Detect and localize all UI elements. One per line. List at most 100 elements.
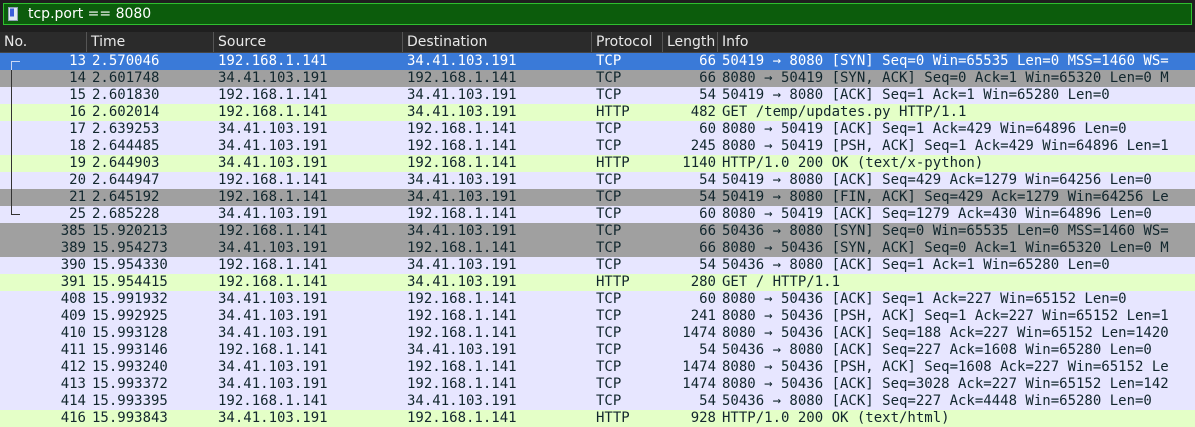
- display-filter-input[interactable]: tcp.port == 8080: [3, 3, 1192, 25]
- packet-row[interactable]: 413 15.993372 34.41.103.191 192.168.1.141 TC…: [0, 376, 1195, 393]
- packet-row[interactable]: 17 2.639253 34.41.103.191 192.168.1.141 TCP 6…: [0, 121, 1195, 138]
- packet-protocol: TCP: [596, 240, 622, 256]
- packet-number: 410: [60, 325, 86, 341]
- packet-row[interactable]: 13 2.570046 192.168.1.141 34.41.103.191 TCP 6…: [0, 53, 1195, 70]
- packet-protocol: HTTP: [596, 104, 630, 120]
- packet-row[interactable]: 389 15.954273 34.41.103.191 192.168.1.141 TC…: [0, 240, 1195, 257]
- column-header-source[interactable]: Source: [214, 32, 403, 52]
- packet-row[interactable]: 21 2.645192 192.168.1.141 34.41.103.191 TCP 5…: [0, 189, 1195, 206]
- packet-length: 482: [690, 104, 716, 120]
- packet-length: 54: [699, 189, 716, 205]
- packet-time: 2.602014: [92, 104, 160, 120]
- packet-row[interactable]: 385 15.920213 192.168.1.141 34.41.103.191 TC…: [0, 223, 1195, 240]
- packet-length: 66: [699, 53, 716, 69]
- packet-info: 50436 → 8080 [ACK] Seq=227 Ack=1608 Win=…: [722, 342, 1152, 358]
- column-header-protocol[interactable]: Protocol: [592, 32, 663, 52]
- packet-protocol: HTTP: [596, 410, 630, 426]
- packet-protocol: TCP: [596, 257, 622, 273]
- packet-source: 34.41.103.191: [218, 410, 328, 426]
- packet-destination: 192.168.1.141: [407, 410, 517, 426]
- packet-info: 8080 → 50419 [SYN, ACK] Seq=0 Ack=1 Win=…: [722, 70, 1169, 86]
- packet-row[interactable]: 411 15.993146 192.168.1.141 34.41.103.191 TC…: [0, 342, 1195, 359]
- packet-length: 245: [690, 138, 716, 154]
- packet-row[interactable]: 14 2.601748 34.41.103.191 192.168.1.141 TCP 6…: [0, 70, 1195, 87]
- packet-protocol: TCP: [596, 376, 622, 392]
- packet-time: 15.993240: [92, 359, 168, 375]
- packet-info: 50419 → 8080 [FIN, ACK] Seq=429 Ack=1279…: [722, 189, 1169, 205]
- packet-time: 15.954415: [92, 274, 168, 290]
- packet-number: 18: [69, 138, 86, 154]
- packet-length: 60: [699, 121, 716, 137]
- column-header-no[interactable]: No.: [0, 32, 87, 52]
- packet-source: 192.168.1.141: [218, 223, 328, 239]
- bookmark-icon[interactable]: [8, 7, 18, 21]
- packet-row[interactable]: 409 15.992925 34.41.103.191 192.168.1.141 TC…: [0, 308, 1195, 325]
- packet-list: 13 2.570046 192.168.1.141 34.41.103.191 TCP 6…: [0, 53, 1195, 427]
- packet-destination: 192.168.1.141: [407, 325, 517, 341]
- packet-info: 50436 → 8080 [SYN] Seq=0 Win=65535 Len=0…: [722, 223, 1169, 239]
- packet-number: 411: [60, 342, 86, 358]
- column-header-length[interactable]: Length: [663, 32, 718, 52]
- packet-row[interactable]: 408 15.991932 34.41.103.191 192.168.1.141 TC…: [0, 291, 1195, 308]
- packet-length: 54: [699, 257, 716, 273]
- packet-row[interactable]: 390 15.954330 192.168.1.141 34.41.103.191 TC…: [0, 257, 1195, 274]
- packet-protocol: TCP: [596, 189, 622, 205]
- packet-source: 34.41.103.191: [218, 138, 328, 154]
- packet-source: 192.168.1.141: [218, 393, 328, 409]
- packet-time: 2.645192: [92, 189, 160, 205]
- packet-protocol: HTTP: [596, 155, 630, 171]
- packet-row[interactable]: 18 2.644485 34.41.103.191 192.168.1.141 TCP 2…: [0, 138, 1195, 155]
- packet-destination: 34.41.103.191: [407, 87, 517, 103]
- packet-source: 192.168.1.141: [218, 104, 328, 120]
- packet-destination: 192.168.1.141: [407, 376, 517, 392]
- packet-row[interactable]: 25 2.685228 34.41.103.191 192.168.1.141 TCP 6…: [0, 206, 1195, 223]
- packet-length: 928: [690, 410, 716, 426]
- packet-time: 15.993146: [92, 342, 168, 358]
- packet-length: 241: [690, 308, 716, 324]
- packet-time: 2.570046: [92, 53, 160, 69]
- packet-time: 15.993843: [92, 410, 168, 426]
- packet-protocol: TCP: [596, 291, 622, 307]
- packet-destination: 34.41.103.191: [407, 223, 517, 239]
- packet-row[interactable]: 416 15.993843 34.41.103.191 192.168.1.141 HT…: [0, 410, 1195, 427]
- packet-row[interactable]: 16 2.602014 192.168.1.141 34.41.103.191 HTTP…: [0, 104, 1195, 121]
- packet-length: 66: [699, 240, 716, 256]
- packet-number: 21: [69, 189, 86, 205]
- column-header-time[interactable]: Time: [87, 32, 214, 52]
- packet-number: 20: [69, 172, 86, 188]
- packet-protocol: TCP: [596, 121, 622, 137]
- packet-row[interactable]: 15 2.601830 192.168.1.141 34.41.103.191 TCP 5…: [0, 87, 1195, 104]
- packet-number: 15: [69, 87, 86, 103]
- column-header-destination[interactable]: Destination: [403, 32, 592, 52]
- packet-number: 16: [69, 104, 86, 120]
- packet-number: 13: [69, 53, 86, 69]
- packet-row[interactable]: 412 15.993240 34.41.103.191 192.168.1.141 TC…: [0, 359, 1195, 376]
- packet-number: 412: [60, 359, 86, 375]
- packet-number: 416: [60, 410, 86, 426]
- packet-info: 8080 → 50436 [ACK] Seq=188 Ack=227 Win=6…: [722, 325, 1169, 341]
- packet-row[interactable]: 19 2.644903 34.41.103.191 192.168.1.141 HTTP…: [0, 155, 1195, 172]
- packet-source: 192.168.1.141: [218, 257, 328, 273]
- column-header-info[interactable]: Info: [718, 32, 1195, 52]
- packet-row[interactable]: 414 15.993395 192.168.1.141 34.41.103.191 TC…: [0, 393, 1195, 410]
- packet-destination: 34.41.103.191: [407, 342, 517, 358]
- packet-number: 17: [69, 121, 86, 137]
- packet-length: 1474: [682, 376, 716, 392]
- packet-time: 15.954273: [92, 240, 168, 256]
- packet-info: GET /temp/updates.py HTTP/1.1: [722, 104, 967, 120]
- packet-time: 15.920213: [92, 223, 168, 239]
- packet-destination: 192.168.1.141: [407, 308, 517, 324]
- packet-source: 34.41.103.191: [218, 325, 328, 341]
- packet-destination: 192.168.1.141: [407, 359, 517, 375]
- packet-length: 66: [699, 70, 716, 86]
- packet-destination: 192.168.1.141: [407, 70, 517, 86]
- packet-time: 15.991932: [92, 291, 168, 307]
- packet-destination: 192.168.1.141: [407, 240, 517, 256]
- packet-row[interactable]: 410 15.993128 34.41.103.191 192.168.1.141 TC…: [0, 325, 1195, 342]
- packet-info: 8080 → 50419 [PSH, ACK] Seq=1 Ack=429 Wi…: [722, 138, 1169, 154]
- packet-row[interactable]: 391 15.954415 192.168.1.141 34.41.103.191 HT…: [0, 274, 1195, 291]
- packet-info: 8080 → 50419 [ACK] Seq=1279 Ack=430 Win=…: [722, 206, 1152, 222]
- packet-info: HTTP/1.0 200 OK (text/x-python): [722, 155, 984, 171]
- packet-row[interactable]: 20 2.644947 192.168.1.141 34.41.103.191 TCP 5…: [0, 172, 1195, 189]
- packet-time: 15.993395: [92, 393, 168, 409]
